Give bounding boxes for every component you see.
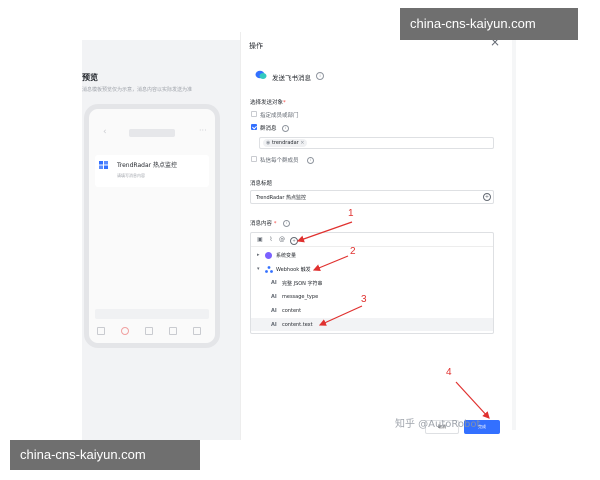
recipient-label: 选择发送对象* (250, 100, 286, 106)
field-icon: AI (271, 308, 277, 314)
caret-right-icon: ▸ (257, 252, 260, 258)
app-icon (99, 161, 108, 169)
field-icon: AI (271, 294, 277, 300)
system-variable-icon (265, 252, 272, 259)
message-card: TrendRadar 热点监控 请填写消息内容 (95, 155, 209, 187)
content-label: 消息内容 * (250, 221, 277, 227)
webhook-icon (265, 266, 273, 273)
mention-icon[interactable]: @ (279, 237, 285, 243)
preview-description: 消息模板预览仅为示意，消息内容以实际发送为准 (82, 87, 193, 93)
watermark-bottom: china-cns-kaiyun.com (10, 440, 200, 470)
panel-scrollbar[interactable] (512, 40, 516, 430)
file-icon (169, 327, 177, 335)
screenshot-canvas: 预览 消息模板预览仅为示意，消息内容以实际发送为准 ‹ ··· TrendRad… (0, 0, 600, 480)
tree-item-webhook[interactable]: ▾ Webhook 触发 (251, 263, 493, 276)
sticker-icon (121, 327, 129, 335)
checkbox-private[interactable] (251, 156, 257, 162)
add-variable-icon[interactable]: + (483, 193, 491, 201)
checkbox-group[interactable] (251, 124, 257, 130)
tree-item-content-text[interactable]: AI content.text (251, 318, 493, 331)
panel-title: 操作 (249, 42, 263, 50)
watermark-top: china-cns-kaiyun.com (400, 8, 578, 40)
info-icon[interactable]: i (307, 157, 314, 164)
info-icon[interactable]: i (282, 125, 289, 132)
option-private-label: 私信每个群成员 (260, 158, 299, 164)
back-icon: ‹ (103, 127, 107, 137)
variable-icon[interactable]: + (290, 237, 298, 245)
phone-title-bar (129, 129, 175, 137)
option-group-label: 群消息 (260, 126, 277, 132)
tree-item-system[interactable]: ▸ 系统变量 (251, 249, 493, 262)
annotation-number-3: 3 (361, 294, 367, 305)
chat-bubble-icon (255, 70, 267, 79)
field-icon: AI (271, 322, 277, 328)
message-card-title: TrendRadar 热点监控 (117, 162, 177, 169)
checkbox-members[interactable] (251, 111, 257, 117)
attach-icon[interactable]: ⌇ (268, 237, 274, 243)
field-icon: AI (271, 280, 277, 286)
tree-item-content[interactable]: AI content (251, 305, 493, 318)
phone-mockup: ‹ ··· TrendRadar 热点监控 请填写消息内容 (84, 104, 220, 348)
caret-down-icon: ▾ (257, 266, 260, 272)
tree-item-json[interactable]: AI 完整 JSON 字符串 (251, 277, 493, 290)
title-label: 消息标题 (250, 181, 273, 187)
emoji-icon (97, 327, 105, 335)
attribution-watermark: 知乎 @AutoRobot (395, 419, 481, 430)
image-icon[interactable]: ▣ (257, 237, 263, 243)
image-icon (145, 327, 153, 335)
plus-icon (193, 327, 201, 335)
group-tag[interactable]: ◉ trendradar × (263, 139, 308, 147)
action-name: 发送飞书消息 (272, 74, 311, 82)
more-icon: ··· (199, 126, 207, 135)
title-value: TrendRadar 热点监控 (256, 195, 306, 201)
annotation-number-1: 1 (348, 208, 354, 219)
toolbar-divider (251, 246, 493, 247)
preview-title: 预览 (82, 73, 98, 82)
message-card-content: 请填写消息内容 (117, 173, 145, 178)
info-icon[interactable]: i (283, 220, 290, 227)
info-icon[interactable]: i (316, 72, 324, 80)
tree-item-message-type[interactable]: AI message_type (251, 291, 493, 304)
annotation-number-2: 2 (350, 246, 356, 257)
phone-input-bar (95, 309, 209, 319)
annotation-number-4: 4 (446, 367, 452, 378)
option-members-label: 指定成员或部门 (260, 113, 299, 119)
